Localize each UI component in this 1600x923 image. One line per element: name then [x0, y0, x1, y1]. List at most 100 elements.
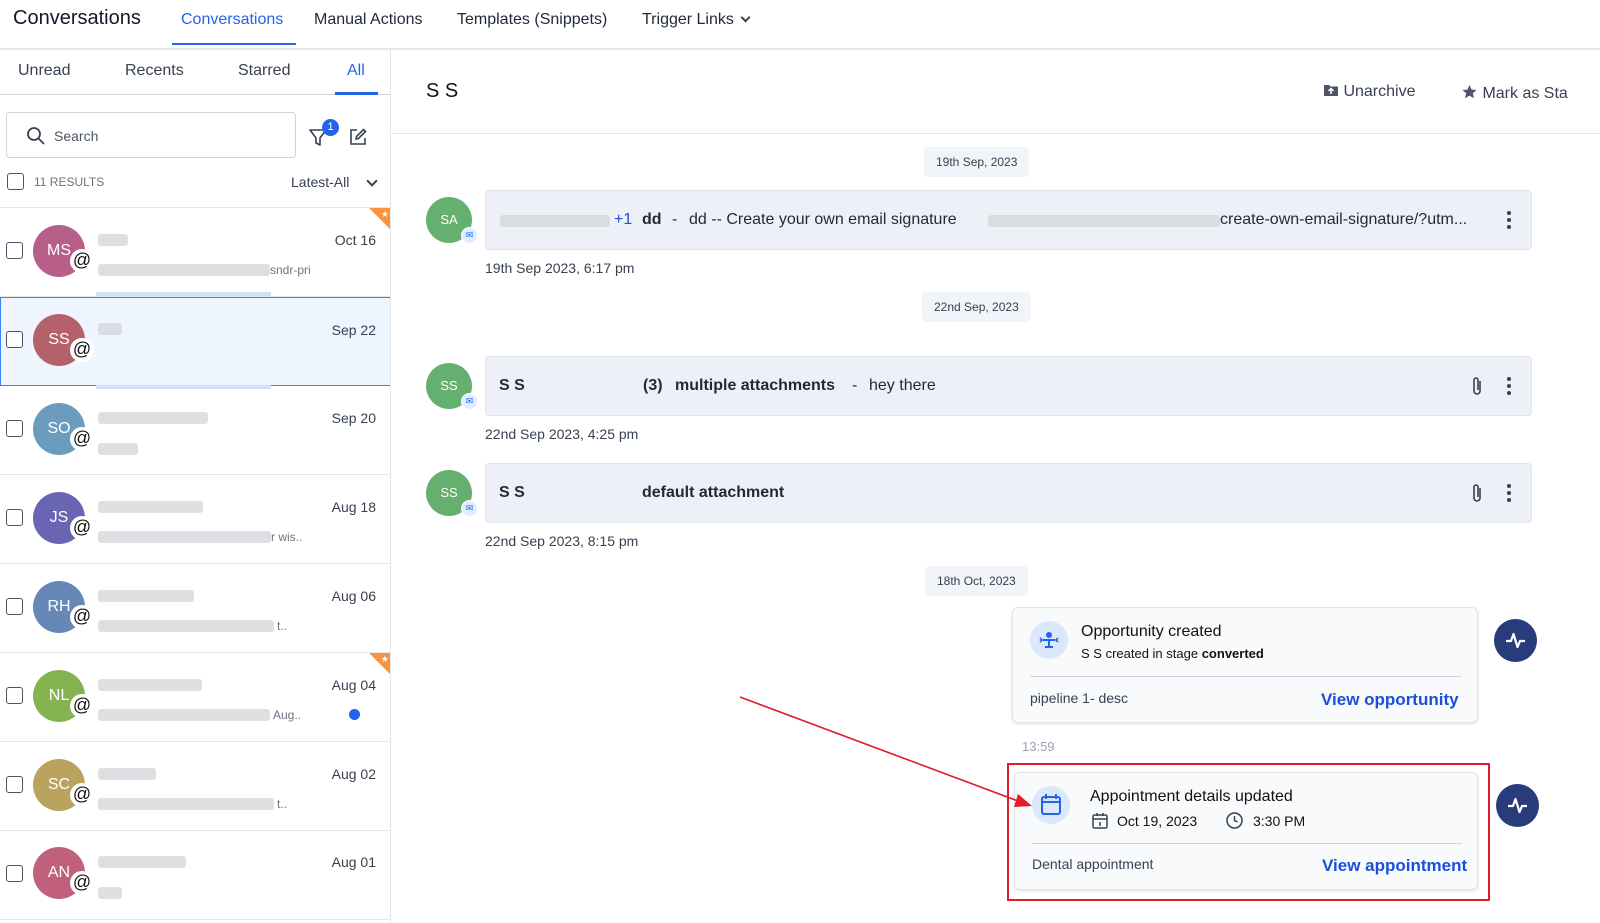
filter-tab-recents[interactable]: Recents	[125, 62, 184, 80]
row-date: Oct 16	[334, 232, 376, 248]
email-message[interactable]: +1 dd - dd -- Create your own email sign…	[485, 190, 1532, 250]
email-channel-icon: @	[70, 871, 94, 895]
filter-tab-starred[interactable]: Starred	[238, 62, 290, 80]
email-subject: multiple attachments	[675, 377, 836, 394]
row-checkbox[interactable]	[6, 865, 23, 882]
email-from: S S	[499, 377, 525, 394]
redacted-name	[98, 679, 202, 691]
active-tab-indicator	[172, 43, 296, 45]
pipeline-name: pipeline 1- desc	[1030, 690, 1129, 706]
recipient-count: +1	[614, 211, 633, 228]
activity-icon	[1494, 619, 1537, 662]
search-placeholder: Search	[54, 128, 99, 144]
email-channel-icon: @	[70, 783, 94, 807]
row-checkbox[interactable]	[6, 242, 23, 259]
conversation-list-panel: Unread Recents Starred All Search 1 11 R…	[0, 50, 391, 923]
email-subject: default attachment	[642, 484, 785, 501]
redacted-preview	[98, 798, 274, 810]
redacted-name	[98, 856, 186, 868]
star-icon	[1462, 85, 1477, 99]
opportunity-card: Opportunity created S S created in stage…	[1012, 607, 1478, 723]
mark-starred-label: Mark as Sta	[1482, 85, 1568, 102]
conversation-row[interactable]: JS @ r wis.. Aug 18	[0, 475, 390, 564]
annotation-arrow	[739, 696, 1032, 807]
row-checkbox[interactable]	[6, 509, 23, 526]
conversation-row[interactable]: AN @ Aug 01	[0, 831, 390, 920]
opportunity-subtitle-text: S S created in stage	[1081, 646, 1199, 661]
tab-manual-actions[interactable]: Manual Actions	[314, 11, 423, 29]
opportunity-subtitle: S S created in stage converted	[1081, 646, 1264, 661]
row-checkbox[interactable]	[6, 331, 23, 348]
preview-tail: t..	[277, 619, 288, 633]
opportunity-stage: converted	[1201, 646, 1264, 661]
preview-tail: Aug..	[273, 708, 302, 722]
redacted-sender	[500, 215, 610, 227]
preview-tail: sndr-pri	[270, 263, 311, 277]
date-separator: 22nd Sep, 2023	[922, 292, 1031, 322]
contact-name: S S	[426, 80, 459, 102]
redacted-preview	[98, 264, 270, 276]
row-checkbox[interactable]	[6, 776, 23, 793]
preview-tail: t..	[277, 797, 288, 811]
divider	[1030, 676, 1461, 677]
email-preview: hey there	[869, 377, 936, 394]
tab-trigger-links[interactable]: Trigger Links	[642, 11, 751, 29]
filter-tab-all[interactable]: All	[347, 62, 365, 80]
tab-trigger-links-label: Trigger Links	[642, 11, 734, 28]
email-subject: dd	[642, 211, 662, 228]
filter-tab-unread[interactable]: Unread	[18, 62, 70, 80]
compose-icon[interactable]	[348, 127, 368, 147]
email-message[interactable]: S S (3) multiple attachments - hey there	[485, 356, 1532, 416]
redacted-name	[98, 234, 128, 246]
attachment-icon	[1473, 484, 1481, 502]
more-options-icon[interactable]	[1507, 211, 1511, 232]
highlight-box	[1007, 763, 1490, 901]
conversation-row[interactable]: SO @ Sep 20	[0, 386, 390, 475]
message-time: 19th Sep 2023, 6:17 pm	[485, 260, 635, 276]
separator: -	[672, 211, 678, 228]
row-date: Aug 01	[331, 854, 376, 870]
redacted-name	[98, 590, 194, 602]
conversation-row[interactable]: ★ NL @ Aug.. Aug 04	[0, 653, 390, 742]
email-message[interactable]: S S default attachment	[485, 463, 1532, 523]
email-channel-icon: @	[70, 605, 94, 629]
opportunity-title: Opportunity created	[1081, 623, 1222, 640]
row-checkbox[interactable]	[6, 598, 23, 615]
unarchive-button[interactable]: Unarchive	[1323, 82, 1415, 101]
row-checkbox[interactable]	[6, 420, 23, 437]
preview-tail: r wis..	[271, 530, 303, 544]
email-channel-icon: @	[70, 694, 94, 718]
redacted-name	[98, 501, 203, 513]
activity-icon	[1496, 784, 1539, 827]
email-badge-icon: ✉	[461, 500, 478, 517]
conversation-row[interactable]: RH @ t.. Aug 06	[0, 564, 390, 653]
unread-dot	[349, 709, 360, 720]
tab-conversations[interactable]: Conversations	[181, 11, 283, 29]
redacted-preview	[98, 531, 271, 543]
tab-templates[interactable]: Templates (Snippets)	[457, 11, 607, 29]
redacted-preview	[98, 620, 274, 632]
mark-starred-button[interactable]: Mark as Sta	[1461, 82, 1568, 103]
chevron-down-icon	[740, 12, 751, 23]
separator: -	[852, 377, 858, 394]
sort-select[interactable]: Latest-All	[291, 174, 349, 190]
email-badge-icon: ✉	[461, 227, 478, 244]
more-options-icon[interactable]	[1507, 484, 1511, 505]
view-opportunity-link[interactable]: View opportunity	[1321, 690, 1459, 710]
divider	[0, 94, 390, 95]
conversation-row[interactable]: SC @ t.. Aug 02	[0, 742, 390, 831]
search-input[interactable]: Search	[6, 112, 296, 158]
row-checkbox[interactable]	[6, 687, 23, 704]
redacted-name	[98, 412, 208, 424]
unarchive-label: Unarchive	[1343, 83, 1416, 100]
more-options-icon[interactable]	[1507, 377, 1511, 398]
starred-corner-icon: ★	[369, 208, 390, 230]
conversation-row-selected[interactable]: SS @ Sep 22	[0, 297, 390, 386]
select-all-checkbox[interactable]	[7, 173, 24, 190]
redacted-name	[98, 323, 122, 335]
filter-count-badge: 1	[322, 119, 339, 136]
chevron-down-icon[interactable]	[366, 175, 378, 187]
conversation-row[interactable]: ★ MS @ sndr-pri Oct 16	[0, 208, 390, 297]
email-preview: dd -- Create your own email signature	[689, 211, 957, 228]
email-channel-icon: @	[70, 338, 94, 362]
